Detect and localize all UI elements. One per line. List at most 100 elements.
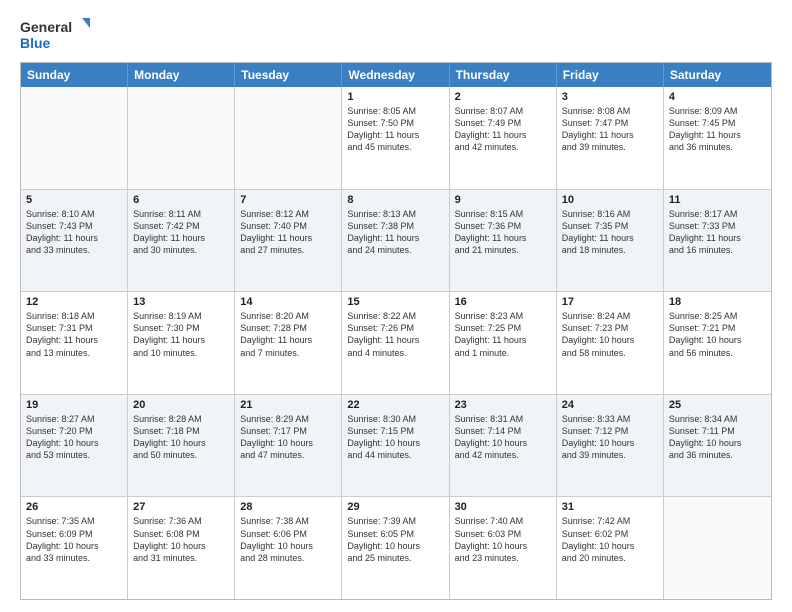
day-cell-26: 26 Sunrise: 7:35 AM Sunset: 6:09 PM Dayli… (21, 497, 128, 599)
day-info: Sunrise: 7:40 AM Sunset: 6:03 PM Dayligh… (455, 515, 551, 564)
day-number: 15 (347, 296, 443, 308)
day-number: 31 (562, 501, 658, 513)
day-cell-16: 16 Sunrise: 8:23 AM Sunset: 7:25 PM Dayli… (450, 292, 557, 394)
day-number: 27 (133, 501, 229, 513)
day-cell-13: 13Sunrise: 8:19 AM Sunset: 7:30 PM Dayli… (128, 292, 235, 394)
day-number: 22 (347, 399, 443, 411)
day-cell-15: 15 Sunrise: 8:22 AM Sunset: 7:26 PM Dayli… (342, 292, 449, 394)
svg-text:General: General (20, 19, 72, 35)
day-info: Sunrise: 8:17 AM Sunset: 7:33 PM Dayligh… (669, 208, 766, 257)
day-cell-18: 18 Sunrise: 8:25 AM Sunset: 7:21 PM Dayli… (664, 292, 771, 394)
day-number: 26 (26, 501, 122, 513)
day-cell-21: 21 Sunrise: 8:29 AM Sunset: 7:17 PM Dayli… (235, 395, 342, 497)
day-info: Sunrise: 8:24 AM Sunset: 7:23 PM Dayligh… (562, 310, 658, 359)
day-cell-30: 30 Sunrise: 7:40 AM Sunset: 6:03 PM Dayli… (450, 497, 557, 599)
day-number: 21 (240, 399, 336, 411)
day-cell-14: 14 Sunrise: 8:20 AM Sunset: 7:28 PM Dayli… (235, 292, 342, 394)
day-cell-25: 25Sunrise: 8:34 AM Sunset: 7:11 PM Dayli… (664, 395, 771, 497)
logo-svg: General Blue (20, 16, 90, 52)
day-cell-20: 20 Sunrise: 8:28 AM Sunset: 7:18 PM Dayli… (128, 395, 235, 497)
day-number: 20 (133, 399, 229, 411)
day-info: Sunrise: 8:22 AM Sunset: 7:26 PM Dayligh… (347, 310, 443, 359)
day-number: 10 (562, 194, 658, 206)
day-cell-3: 3Sunrise: 8:08 AM Sunset: 7:47 PM Daylig… (557, 87, 664, 189)
day-cell-9: 9 Sunrise: 8:15 AM Sunset: 7:36 PM Daylig… (450, 190, 557, 292)
day-number: 13 (133, 296, 229, 308)
day-info: Sunrise: 8:33 AM Sunset: 7:12 PM Dayligh… (562, 413, 658, 462)
day-cell-1: 1Sunrise: 8:05 AM Sunset: 7:50 PM Daylig… (342, 87, 449, 189)
day-info: Sunrise: 7:42 AM Sunset: 6:02 PM Dayligh… (562, 515, 658, 564)
day-info: Sunrise: 8:05 AM Sunset: 7:50 PM Dayligh… (347, 105, 443, 154)
day-number: 24 (562, 399, 658, 411)
day-cell-24: 24 Sunrise: 8:33 AM Sunset: 7:12 PM Dayli… (557, 395, 664, 497)
logo: General Blue (20, 16, 90, 52)
day-info: Sunrise: 8:15 AM Sunset: 7:36 PM Dayligh… (455, 208, 551, 257)
day-cell-17: 17 Sunrise: 8:24 AM Sunset: 7:23 PM Dayli… (557, 292, 664, 394)
day-cell-23: 23 Sunrise: 8:31 AM Sunset: 7:14 PM Dayli… (450, 395, 557, 497)
header: General Blue (20, 16, 772, 52)
day-info: Sunrise: 8:20 AM Sunset: 7:28 PM Dayligh… (240, 310, 336, 359)
day-number: 19 (26, 399, 122, 411)
day-cell-19: 19 Sunrise: 8:27 AM Sunset: 7:20 PM Dayli… (21, 395, 128, 497)
day-number: 2 (455, 91, 551, 103)
calendar-week-4: 19 Sunrise: 8:27 AM Sunset: 7:20 PM Dayli… (21, 395, 771, 498)
day-cell-10: 10Sunrise: 8:16 AM Sunset: 7:35 PM Dayli… (557, 190, 664, 292)
day-info: Sunrise: 7:39 AM Sunset: 6:05 PM Dayligh… (347, 515, 443, 564)
day-number: 28 (240, 501, 336, 513)
day-cell-29: 29 Sunrise: 7:39 AM Sunset: 6:05 PM Dayli… (342, 497, 449, 599)
day-info: Sunrise: 7:38 AM Sunset: 6:06 PM Dayligh… (240, 515, 336, 564)
day-info: Sunrise: 8:13 AM Sunset: 7:38 PM Dayligh… (347, 208, 443, 257)
calendar-week-1: 1Sunrise: 8:05 AM Sunset: 7:50 PM Daylig… (21, 87, 771, 190)
header-cell-saturday: Saturday (664, 63, 771, 87)
day-cell-22: 22 Sunrise: 8:30 AM Sunset: 7:15 PM Dayli… (342, 395, 449, 497)
calendar-body: 1Sunrise: 8:05 AM Sunset: 7:50 PM Daylig… (21, 87, 771, 599)
day-info: Sunrise: 8:23 AM Sunset: 7:25 PM Dayligh… (455, 310, 551, 359)
calendar-header: SundayMondayTuesdayWednesdayThursdayFrid… (21, 63, 771, 87)
day-info: Sunrise: 8:28 AM Sunset: 7:18 PM Dayligh… (133, 413, 229, 462)
day-cell-8: 8 Sunrise: 8:13 AM Sunset: 7:38 PM Daylig… (342, 190, 449, 292)
calendar: SundayMondayTuesdayWednesdayThursdayFrid… (20, 62, 772, 600)
day-number: 7 (240, 194, 336, 206)
day-cell-4: 4 Sunrise: 8:09 AM Sunset: 7:45 PM Daylig… (664, 87, 771, 189)
header-cell-sunday: Sunday (21, 63, 128, 87)
day-number: 8 (347, 194, 443, 206)
svg-text:Blue: Blue (20, 35, 51, 51)
page: General Blue SundayMondayTuesdayWednesda… (0, 0, 792, 612)
empty-cell (235, 87, 342, 189)
day-number: 30 (455, 501, 551, 513)
day-number: 14 (240, 296, 336, 308)
calendar-week-3: 12 Sunrise: 8:18 AM Sunset: 7:31 PM Dayli… (21, 292, 771, 395)
day-info: Sunrise: 8:25 AM Sunset: 7:21 PM Dayligh… (669, 310, 766, 359)
day-info: Sunrise: 8:12 AM Sunset: 7:40 PM Dayligh… (240, 208, 336, 257)
header-cell-wednesday: Wednesday (342, 63, 449, 87)
day-number: 17 (562, 296, 658, 308)
day-number: 29 (347, 501, 443, 513)
day-cell-11: 11Sunrise: 8:17 AM Sunset: 7:33 PM Dayli… (664, 190, 771, 292)
day-number: 9 (455, 194, 551, 206)
day-number: 16 (455, 296, 551, 308)
day-info: Sunrise: 8:18 AM Sunset: 7:31 PM Dayligh… (26, 310, 122, 359)
empty-cell (664, 497, 771, 599)
day-info: Sunrise: 8:07 AM Sunset: 7:49 PM Dayligh… (455, 105, 551, 154)
day-cell-6: 6Sunrise: 8:11 AM Sunset: 7:42 PM Daylig… (128, 190, 235, 292)
day-number: 5 (26, 194, 122, 206)
calendar-week-2: 5Sunrise: 8:10 AM Sunset: 7:43 PM Daylig… (21, 190, 771, 293)
day-info: Sunrise: 8:09 AM Sunset: 7:45 PM Dayligh… (669, 105, 766, 154)
day-cell-27: 27 Sunrise: 7:36 AM Sunset: 6:08 PM Dayli… (128, 497, 235, 599)
day-cell-12: 12 Sunrise: 8:18 AM Sunset: 7:31 PM Dayli… (21, 292, 128, 394)
day-info: Sunrise: 8:31 AM Sunset: 7:14 PM Dayligh… (455, 413, 551, 462)
day-cell-7: 7 Sunrise: 8:12 AM Sunset: 7:40 PM Daylig… (235, 190, 342, 292)
day-number: 6 (133, 194, 229, 206)
day-info: Sunrise: 8:30 AM Sunset: 7:15 PM Dayligh… (347, 413, 443, 462)
day-info: Sunrise: 7:35 AM Sunset: 6:09 PM Dayligh… (26, 515, 122, 564)
day-number: 23 (455, 399, 551, 411)
day-info: Sunrise: 7:36 AM Sunset: 6:08 PM Dayligh… (133, 515, 229, 564)
header-cell-monday: Monday (128, 63, 235, 87)
day-number: 4 (669, 91, 766, 103)
day-info: Sunrise: 8:27 AM Sunset: 7:20 PM Dayligh… (26, 413, 122, 462)
empty-cell (128, 87, 235, 189)
day-number: 12 (26, 296, 122, 308)
day-number: 18 (669, 296, 766, 308)
day-info: Sunrise: 8:29 AM Sunset: 7:17 PM Dayligh… (240, 413, 336, 462)
header-cell-friday: Friday (557, 63, 664, 87)
